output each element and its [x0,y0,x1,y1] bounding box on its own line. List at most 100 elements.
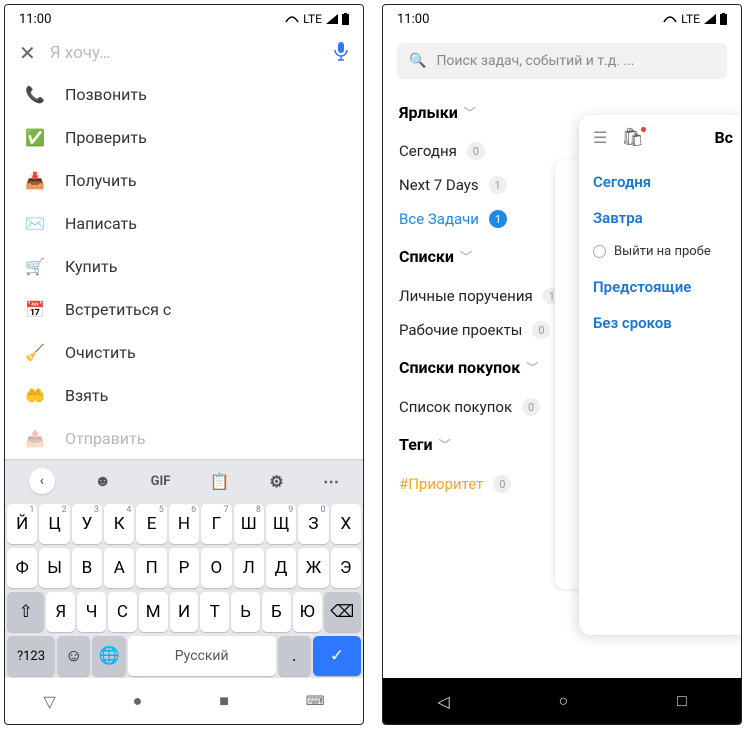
key[interactable]: Г7 [201,504,231,544]
mic-icon[interactable] [333,41,349,65]
key[interactable]: Э [331,548,361,588]
sticker-icon[interactable]: ☻ [94,471,111,491]
key[interactable]: И [170,592,199,632]
android-navbar: ▽ ● ■ ⌨ [5,678,363,724]
key[interactable]: С [108,592,137,632]
clipboard-icon[interactable]: 📋 [210,472,230,491]
key[interactable]: Ч [77,592,106,632]
filter-nodate[interactable]: Без сроков [593,305,733,341]
gear-icon[interactable]: ⚙ [269,472,283,491]
globe-key[interactable]: 🌐 [92,636,125,676]
key[interactable]: Д [266,548,296,588]
home-icon[interactable]: ○ [558,691,568,711]
key[interactable]: Ж [298,548,328,588]
suggestion-list: 📞Позвонить ✅Проверить 📥Получить ✉️Написа… [5,73,363,459]
key[interactable]: Б [262,592,291,632]
key[interactable]: У3 [72,504,102,544]
status-bar: 11:00 LTE [5,5,363,33]
key[interactable]: Ц2 [39,504,69,544]
key[interactable]: Ш8 [234,504,264,544]
search-bar[interactable]: 🔍 Поиск задач, событий и т.д. ... [397,43,727,79]
overlay-panel: ☰ 🛍 Вс Сегодня Завтра Выйти на пробе Пре… [579,115,742,635]
key[interactable]: Ы [39,548,69,588]
suggestion-item[interactable]: 📤Отправить [5,417,363,459]
shift-key[interactable]: ⇧ [7,592,44,632]
back-icon[interactable]: ▽ [43,692,55,711]
chevron-down-icon: ﹀ [464,104,476,121]
suggestion-item[interactable]: 🛒Купить [5,245,363,288]
key[interactable]: Н6 [169,504,199,544]
suggestion-item[interactable]: ✅Проверить [5,116,363,159]
recent-icon[interactable]: □ [677,691,687,711]
status-icons: LTE [663,12,727,26]
suggestion-item[interactable]: 🧹Очистить [5,331,363,374]
key[interactable]: О [201,548,231,588]
mail-icon: ✉️ [25,214,45,233]
phone-right: 11:00 LTE 🔍 Поиск задач, событий и т.д. … [382,4,742,725]
recent-icon[interactable]: ■ [219,691,229,711]
key[interactable]: А [104,548,134,588]
suggestion-item[interactable]: 📞Позвонить [5,73,363,116]
key[interactable]: Щ9 [266,504,296,544]
key[interactable]: З0 [298,504,328,544]
period-key[interactable]: . [278,636,311,676]
title-cut: Вс [714,128,733,147]
filter-today[interactable]: Сегодня [593,164,733,200]
calendar-icon: 📅 [25,300,45,319]
basket-icon[interactable]: 🛍 [621,127,644,148]
key[interactable]: Й1 [7,504,37,544]
key[interactable]: Л [234,548,264,588]
chevron-down-icon: ﹀ [526,359,538,376]
status-time: 11:00 [397,12,429,27]
task-input[interactable]: Я хочу… [50,43,319,63]
key[interactable]: Я [46,592,75,632]
close-icon[interactable]: ✕ [19,41,36,65]
home-icon[interactable]: ● [133,691,143,711]
hand-icon: 🤲 [25,386,45,405]
suggestion-item[interactable]: 📥Получить [5,159,363,202]
key[interactable]: П [136,548,166,588]
key[interactable]: Ь [231,592,260,632]
space-key[interactable]: Русский [128,636,276,676]
gif-button[interactable]: GIF [151,474,171,489]
chevron-down-icon: ﹀ [439,436,451,453]
emoji-key[interactable]: ☺ [57,636,90,676]
status-bar: 11:00 LTE [383,5,741,33]
status-icons: LTE [285,12,349,26]
key[interactable]: Х [331,504,361,544]
inbox-icon: 📥 [25,171,45,190]
enter-key[interactable]: ✓ [313,636,361,676]
status-time: 11:00 [19,12,51,27]
key[interactable]: Р [169,548,199,588]
more-icon[interactable]: ⋯ [323,472,339,491]
filter-tomorrow[interactable]: Завтра [593,200,733,236]
filter-upcoming[interactable]: Предстоящие [593,269,733,305]
task-item[interactable]: Выйти на пробе [593,236,733,269]
key[interactable]: Е5 [136,504,166,544]
keyboard-toggle-icon[interactable]: ⌨ [306,694,325,709]
suggestion-item[interactable]: 🤲Взять [5,374,363,417]
search-icon: 🔍 [409,53,426,69]
back-icon[interactable]: ◁ [437,692,449,711]
key[interactable]: Ф [7,548,37,588]
input-row: ✕ Я хочу… [5,33,363,73]
checkbox-icon[interactable] [593,245,606,258]
phone-left: 11:00 LTE ✕ Я хочу… 📞Позвонить ✅Проверит… [4,4,364,725]
key[interactable]: В [72,548,102,588]
key[interactable]: Ю [293,592,322,632]
key[interactable]: Т [200,592,229,632]
key[interactable]: К4 [104,504,134,544]
symbols-key[interactable]: ?123 [7,636,55,676]
broom-icon: 🧹 [25,343,45,362]
suggestion-item[interactable]: ✉️Написать [5,202,363,245]
keyboard: ‹ ☻ GIF 📋 ⚙ ⋯ Й1 Ц2 У3 К4 Е5 Н6 Г7 Ш8 Щ9… [5,459,363,678]
check-icon: ✅ [25,128,45,147]
keyboard-toolbar: ‹ ☻ GIF 📋 ⚙ ⋯ [5,460,363,502]
phone-icon: 📞 [25,85,45,104]
suggestion-item[interactable]: 📅Встретиться с [5,288,363,331]
key[interactable]: М [139,592,168,632]
chevron-left-icon[interactable]: ‹ [29,468,55,494]
backspace-key[interactable]: ⌫ [324,592,361,632]
filter-icon[interactable]: ☰ [593,128,607,147]
android-navbar: ◁ ○ □ [383,678,741,724]
